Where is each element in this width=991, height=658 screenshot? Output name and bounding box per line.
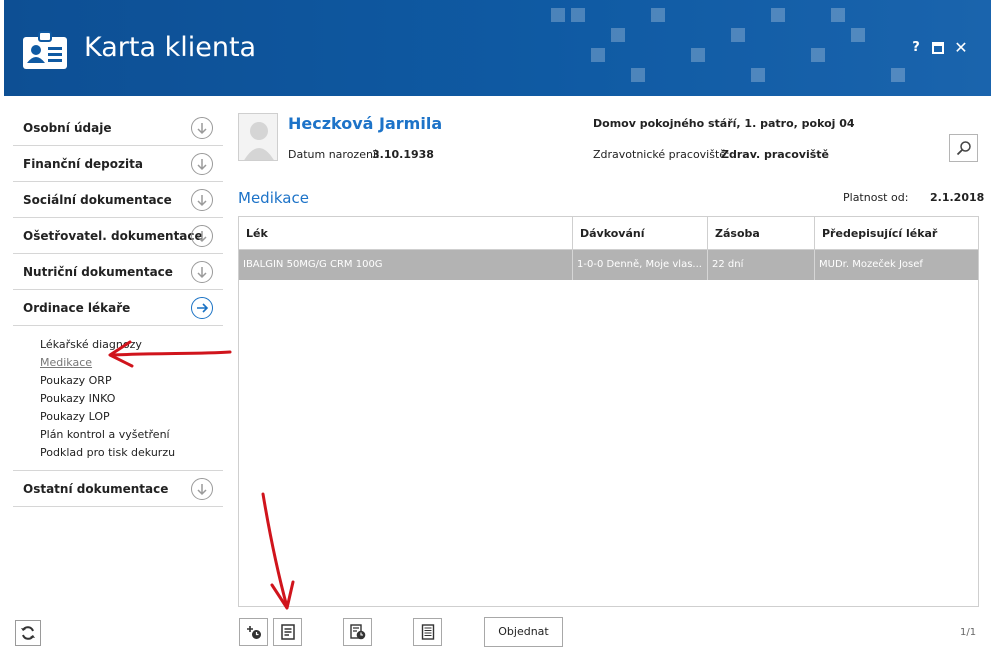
sidebar-item-label: Nutriční dokumentace — [23, 264, 173, 279]
refresh-icon — [21, 626, 35, 640]
table-cell: 22 dní — [708, 250, 815, 280]
search-button[interactable] — [949, 134, 978, 162]
sidebar-item-label: Ostatní dokumentace — [23, 481, 169, 496]
chevron-down-circle-icon — [191, 225, 213, 247]
print-document-button[interactable] — [413, 618, 442, 646]
valid-from-label: Platnost od: — [843, 191, 909, 204]
history-icon — [350, 624, 366, 640]
chevron-down-circle-icon — [191, 478, 213, 500]
chevron-down-circle-icon — [191, 189, 213, 211]
add-schedule-icon — [247, 626, 261, 639]
sidebar-nav: Osobní údaje Finanční depozita Sociální … — [13, 110, 223, 507]
close-button[interactable]: ✕ — [952, 39, 970, 57]
patient-address: Domov pokojného stáří, 1. patro, pokoj 0… — [593, 117, 855, 130]
sidebar-item-label: Ošetřovatel. dokumentace — [23, 228, 203, 243]
dob-value: 3.10.1938 — [372, 148, 434, 161]
sidebar-item-nutricni-dokumentace[interactable]: Nutriční dokumentace — [13, 254, 223, 290]
sidebar-item-label: Sociální dokumentace — [23, 192, 172, 207]
edit-document-button[interactable] — [273, 618, 302, 646]
table-header: Lék Dávkování Zásoba Předepisující lékař — [239, 217, 978, 250]
workplace-value: Zdrav. pracoviště — [721, 148, 829, 161]
header-pattern — [551, 8, 905, 82]
medication-table: Lék Dávkování Zásoba Předepisující lékař… — [238, 216, 979, 607]
subnav-item-poukazy-inko[interactable]: Poukazy INKO — [40, 390, 223, 408]
order-button[interactable]: Objednat — [484, 617, 563, 647]
subnav-item-plan-kontrol[interactable]: Plán kontrol a vyšetření — [40, 426, 223, 444]
sidebar-item-ostatni-dokumentace[interactable]: Ostatní dokumentace — [13, 471, 223, 507]
subnav-item-poukazy-lop[interactable]: Poukazy LOP — [40, 408, 223, 426]
person-silhouette-icon — [244, 122, 274, 160]
dob-label: Datum narození: — [288, 148, 380, 161]
refresh-button[interactable] — [15, 620, 41, 646]
sidebar-item-osobni-udaje[interactable]: Osobní údaje — [13, 110, 223, 146]
id-card-icon — [23, 31, 67, 69]
sidebar-item-label: Finanční depozita — [23, 156, 143, 171]
subnav-item-poukazy-orp[interactable]: Poukazy ORP — [40, 372, 223, 390]
edit-document-icon — [281, 624, 295, 640]
arrow-right-circle-icon — [191, 297, 213, 319]
table-cell: IBALGIN 50MG/G CRM 100G — [239, 250, 573, 280]
workplace-label: Zdravotnické pracoviště: — [593, 148, 730, 161]
table-cell: MUDr. Mozeček Josef — [819, 259, 923, 270]
document-icon — [421, 624, 435, 640]
column-header-lekar[interactable]: Předepisující lékař — [815, 217, 978, 249]
sidebar-item-osetrovatel-dokumentace[interactable]: Ošetřovatel. dokumentace — [13, 218, 223, 254]
patient-name: Heczková Jarmila — [288, 114, 443, 133]
sidebar-item-socialni-dokumentace[interactable]: Sociální dokumentace — [13, 182, 223, 218]
maximize-button[interactable] — [929, 39, 947, 57]
table-row[interactable]: IBALGIN 50MG/G CRM 100G 1-0-0 Denně, Moj… — [239, 250, 978, 280]
sidebar-subnav: Lékařské diagnozy Medikace Poukazy ORP P… — [13, 326, 223, 471]
column-header-davkovani[interactable]: Dávkování — [573, 217, 708, 249]
help-button[interactable]: ? — [907, 39, 925, 57]
column-header-lek[interactable]: Lék — [239, 217, 573, 249]
chevron-down-circle-icon — [191, 117, 213, 139]
history-button[interactable] — [343, 618, 372, 646]
table-cell: 1-0-0 Denně, Moje vlas... — [573, 250, 708, 280]
valid-from-value: 2.1.2018 — [930, 191, 985, 204]
sidebar-item-financni-depozita[interactable]: Finanční depozita — [13, 146, 223, 182]
subnav-item-medikace[interactable]: Medikace — [40, 354, 223, 372]
chevron-down-circle-icon — [191, 261, 213, 283]
sidebar-item-label: Ordinace lékaře — [23, 300, 131, 315]
title-bar: Karta klienta ? ✕ — [4, 0, 991, 96]
subnav-item-podklad-dekurzu[interactable]: Podklad pro tisk dekurzu — [40, 444, 223, 462]
sidebar-item-ordinace-lekare[interactable]: Ordinace lékaře — [13, 290, 223, 326]
search-icon — [956, 141, 971, 156]
avatar — [238, 113, 278, 161]
section-title: Medikace — [238, 189, 309, 207]
maximize-icon — [932, 42, 944, 54]
subnav-item-lekarske-diagnozy[interactable]: Lékařské diagnozy — [40, 336, 223, 354]
column-header-zasoba[interactable]: Zásoba — [708, 217, 815, 249]
chevron-down-circle-icon — [191, 153, 213, 175]
window-title: Karta klienta — [84, 32, 257, 63]
add-schedule-button[interactable] — [239, 618, 268, 646]
pager: 1/1 — [960, 627, 977, 638]
sidebar-item-label: Osobní údaje — [23, 120, 112, 135]
